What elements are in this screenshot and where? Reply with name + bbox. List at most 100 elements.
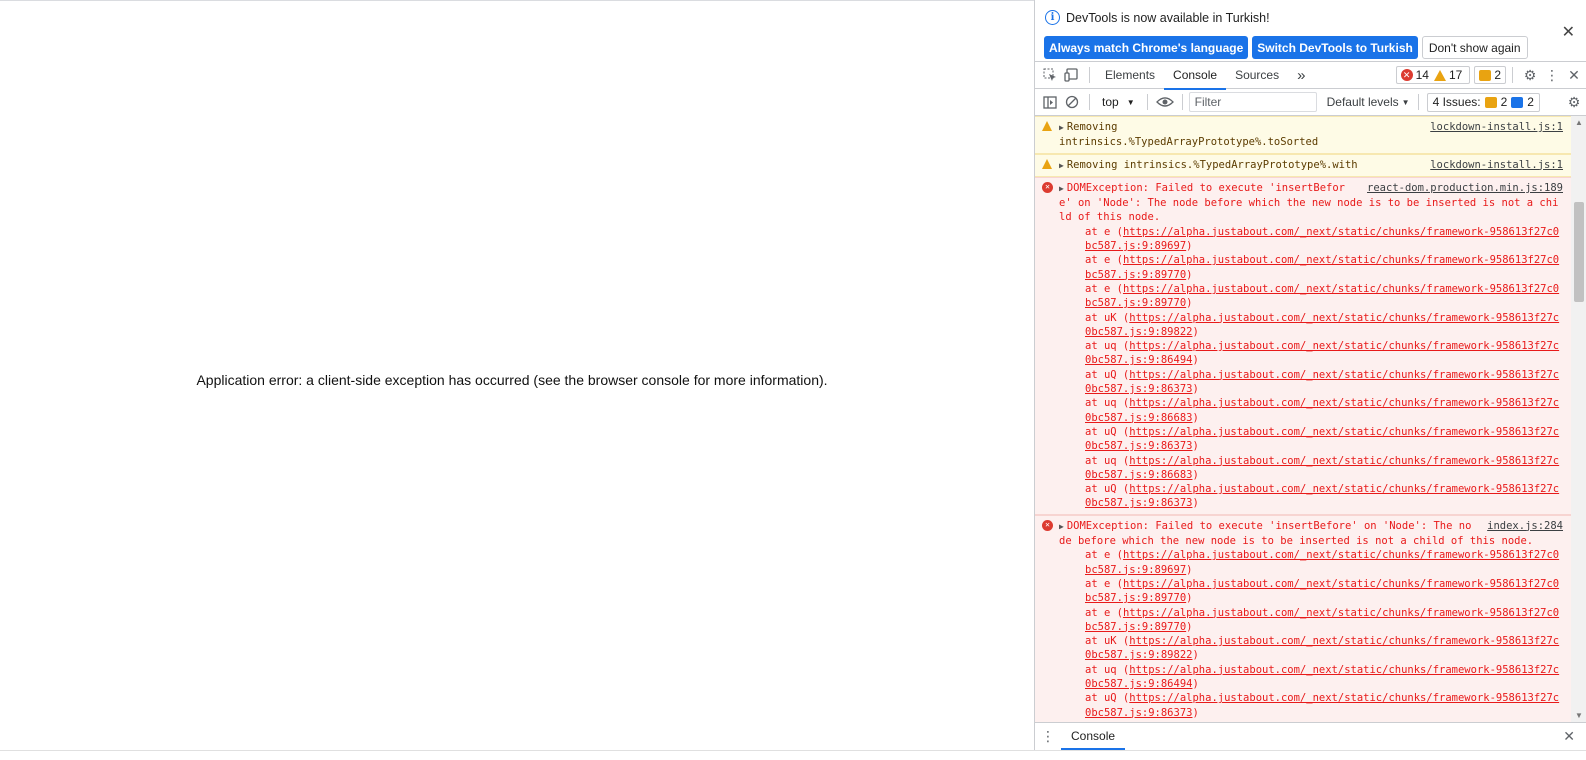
stack-frame: at e (https://alpha.justabout.com/_next/… [1085, 282, 1560, 310]
dropdown-arrow-icon: ▼ [1126, 97, 1135, 107]
gear-icon[interactable]: ⚙ [1519, 64, 1541, 86]
stack-frame-link[interactable]: https://alpha.justabout.com/_next/static… [1085, 635, 1559, 661]
stack-frame-link[interactable]: https://alpha.justabout.com/_next/static… [1085, 549, 1559, 575]
vertical-dots-icon[interactable]: ⋮ [1541, 64, 1563, 86]
live-expression-eye-icon[interactable] [1154, 91, 1176, 113]
tab-elements[interactable]: Elements [1096, 62, 1164, 89]
stack-frame: at uq (https://alpha.justabout.com/_next… [1085, 397, 1560, 424]
error-icon: ✕ [1042, 519, 1053, 531]
error-icon: ✕ [1400, 69, 1413, 81]
message-text: Removing intrinsics.%TypedArrayPrototype… [1066, 158, 1358, 171]
sidebar-toggle-icon[interactable] [1039, 91, 1061, 113]
stack-frame: at e (https://alpha.justabout.com/_next/… [1085, 254, 1560, 281]
stack-frame-link[interactable]: https://alpha.justabout.com/_next/static… [1085, 692, 1559, 718]
close-devtools-icon[interactable]: ✕ [1563, 64, 1585, 86]
stack-frame-link[interactable]: https://alpha.justabout.com/_next/static… [1085, 578, 1559, 604]
stack-frame: at uQ (https://alpha.justabout.com/_next… [1085, 692, 1560, 719]
warning-icon [1042, 121, 1052, 131]
warning-icon [1042, 158, 1052, 169]
stack-frame-link[interactable]: https://alpha.justabout.com/_next/static… [1085, 340, 1559, 366]
info-issue-icon [1511, 96, 1524, 108]
stack-frame: at e (https://alpha.justabout.com/_next/… [1085, 549, 1560, 576]
stack-frame-link[interactable]: https://alpha.justabout.com/_next/static… [1085, 369, 1559, 395]
window-bottom-edge [0, 750, 1586, 760]
scroll-up-arrow-icon[interactable]: ▲ [1575, 118, 1583, 127]
context-value: top [1102, 95, 1119, 109]
clear-console-icon[interactable] [1061, 91, 1083, 113]
close-drawer-icon[interactable]: ✕ [1563, 728, 1575, 745]
stack-frame: at uQ (https://alpha.justabout.com/_next… [1085, 368, 1560, 396]
console-warning: lockdown-install.js:1 ▶ Removing intrinsi… [1035, 116, 1571, 154]
source-link[interactable]: lockdown-install.js:1 [1430, 158, 1563, 172]
issues-button[interactable]: 4 Issues: 2 2 [1426, 92, 1540, 112]
dropdown-arrow-icon: ▼ [1401, 97, 1410, 107]
stack-frame: at uq (https://alpha.justabout.com/_next… [1085, 340, 1560, 367]
log-levels-select[interactable]: Default levels ▼ [1327, 95, 1410, 109]
stack-frame: at uq (https://alpha.justabout.com/_next… [1085, 454, 1560, 481]
tab-sources[interactable]: Sources [1226, 62, 1288, 89]
inspected-page: Application error: a client-side excepti… [0, 0, 1034, 760]
stack-frame: at e (https://alpha.justabout.com/_next/… [1085, 225, 1560, 253]
error-count: 14 [1415, 68, 1429, 82]
more-tabs-icon[interactable]: » [1288, 62, 1314, 89]
drawer-tab-bar: ⋮ Console ✕ [1035, 722, 1586, 750]
drawer-tab-console[interactable]: Console [1061, 723, 1126, 750]
console-settings-gear-icon[interactable]: ⚙ [1563, 91, 1585, 113]
device-toolbar-icon[interactable] [1061, 64, 1083, 86]
inspect-element-icon[interactable] [1039, 64, 1061, 86]
source-link[interactable]: index.js:284 [1487, 519, 1563, 533]
dont-show-again-button[interactable]: Don't show again [1421, 36, 1528, 59]
warning-count: 17 [1448, 68, 1463, 82]
info-icon: i [1045, 10, 1060, 25]
message-text: DOMException: Failed to execute 'insertB… [1059, 519, 1534, 548]
drawer-menu-dots-icon[interactable]: ⋮ [1035, 728, 1061, 745]
warning-issue-icon [1484, 96, 1497, 108]
console-error: ✕ react-dom.production.min.js:189 ▶ DOMEx… [1035, 176, 1571, 515]
tab-console[interactable]: Console [1164, 62, 1227, 90]
stack-frame-link[interactable]: https://alpha.justabout.com/_next/static… [1085, 455, 1559, 481]
stack-frame: at uQ (https://alpha.justabout.com/_next… [1085, 425, 1560, 453]
stack-frame-link[interactable]: https://alpha.justabout.com/_next/static… [1085, 226, 1559, 252]
stack-frame-link[interactable]: https://alpha.justabout.com/_next/static… [1085, 664, 1559, 690]
switch-to-turkish-button[interactable]: Switch DevTools to Turkish [1252, 36, 1418, 59]
stack-frame: at e (https://alpha.justabout.com/_next/… [1085, 606, 1560, 633]
scrollbar-thumb[interactable] [1574, 202, 1584, 302]
source-link[interactable]: lockdown-install.js:1 [1430, 120, 1563, 134]
match-chrome-language-button[interactable]: Always match Chrome's language [1044, 36, 1249, 59]
stack-frame-link[interactable]: https://alpha.justabout.com/_next/static… [1085, 312, 1559, 338]
expand-triangle-icon[interactable]: ▶ [1059, 522, 1064, 531]
stack-frame-link[interactable]: https://alpha.justabout.com/_next/static… [1085, 254, 1559, 280]
console-scrollbar[interactable]: ▲ ▼ [1571, 116, 1586, 722]
application-error-message: Application error: a client-side excepti… [196, 372, 828, 388]
stack-frame-link[interactable]: https://alpha.justabout.com/_next/static… [1085, 483, 1559, 509]
message-text: Removing intrinsics.%TypedArrayPrototype… [1059, 121, 1319, 149]
javascript-context-select[interactable]: top ▼ [1096, 95, 1141, 109]
scroll-down-arrow-icon[interactable]: ▼ [1575, 711, 1583, 720]
close-icon[interactable]: ✕ [1562, 22, 1575, 42]
language-infobar: i DevTools is now available in Turkish! … [1035, 0, 1586, 62]
stack-frame: at uK (https://alpha.justabout.com/_next… [1085, 311, 1560, 338]
console-warning: lockdown-install.js:1 ▶ Removing intrinsi… [1035, 153, 1571, 177]
error-icon: ✕ [1042, 181, 1053, 193]
stack-frame-link[interactable]: https://alpha.justabout.com/_next/static… [1085, 426, 1559, 452]
stack-frame: at uq (https://alpha.justabout.com/_next… [1085, 663, 1560, 690]
stack-frame: at uQ (https://alpha.justabout.com/_next… [1085, 483, 1560, 510]
expand-triangle-icon[interactable]: ▶ [1059, 161, 1064, 170]
console-messages: lockdown-install.js:1 ▶ Removing intrinsi… [1035, 116, 1571, 722]
expand-triangle-icon[interactable]: ▶ [1059, 184, 1064, 193]
infobar-message: DevTools is now available in Turkish! [1066, 10, 1270, 25]
issue-icon [1479, 69, 1492, 81]
filter-input[interactable] [1188, 92, 1317, 112]
expand-triangle-icon[interactable]: ▶ [1059, 123, 1064, 132]
stack-frame-link[interactable]: https://alpha.justabout.com/_next/static… [1085, 607, 1559, 633]
error-warning-counter[interactable]: ✕ 14 17 [1395, 66, 1471, 84]
stack-frame: at e (https://alpha.justabout.com/_next/… [1085, 577, 1560, 605]
issues-counter[interactable]: 2 [1474, 66, 1506, 84]
source-link[interactable]: react-dom.production.min.js:189 [1367, 181, 1563, 195]
issue-count: 2 [1494, 68, 1501, 82]
devtools-tab-bar: Elements Console Sources » ✕ 14 17 2 ⚙ ⋮ … [1035, 62, 1586, 90]
stack-frame-link[interactable]: https://alpha.justabout.com/_next/static… [1085, 397, 1559, 423]
stack-frame: at uK (https://alpha.justabout.com/_next… [1085, 635, 1560, 662]
stack-frame-link[interactable]: https://alpha.justabout.com/_next/static… [1085, 283, 1559, 309]
devtools-panel: i DevTools is now available in Turkish! … [1034, 0, 1586, 760]
